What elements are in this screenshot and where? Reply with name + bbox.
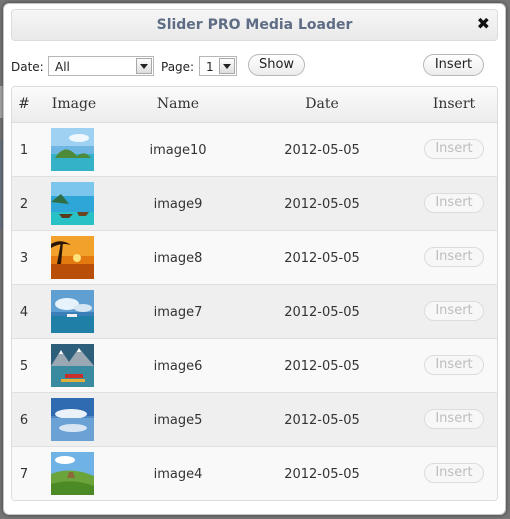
image-thumbnail[interactable] xyxy=(51,290,94,333)
column-header-date: Date xyxy=(305,96,339,112)
column-header-insert: Insert xyxy=(432,96,476,112)
insert-all-button[interactable]: Insert xyxy=(423,54,484,76)
table-row: 3 image8 2012-05-05 Insert xyxy=(12,231,497,285)
image-name: image10 xyxy=(149,143,207,158)
image-date: 2012-05-05 xyxy=(284,143,360,158)
image-thumbnail[interactable] xyxy=(51,398,94,441)
chevron-down-icon[interactable] xyxy=(219,58,235,74)
chevron-down-icon[interactable] xyxy=(136,58,152,74)
insert-button[interactable]: Insert xyxy=(424,301,484,321)
insert-button[interactable]: Insert xyxy=(424,355,484,375)
image-date: 2012-05-05 xyxy=(284,413,360,428)
media-table: # Image Name Date Insert 1 image10 2012-… xyxy=(11,86,498,501)
table-row: 4 image7 2012-05-05 Insert xyxy=(12,285,497,339)
table-header: # Image Name Date Insert xyxy=(12,87,497,123)
table-row: 1 image10 2012-05-05 Insert xyxy=(12,123,497,177)
row-number: 2 xyxy=(19,197,29,212)
table-row: 2 image9 2012-05-05 Insert xyxy=(12,177,497,231)
image-thumbnail[interactable] xyxy=(51,452,94,495)
media-loader-dialog: Slider PRO Media Loader ✖ Date: All Page… xyxy=(3,3,506,515)
dialog-title: Slider PRO Media Loader xyxy=(156,17,353,33)
close-icon[interactable]: ✖ xyxy=(477,15,490,33)
image-thumbnail[interactable] xyxy=(51,344,94,387)
image-name: image5 xyxy=(153,413,203,428)
insert-button[interactable]: Insert xyxy=(424,463,484,483)
insert-button[interactable]: Insert xyxy=(424,139,484,159)
dialog-titlebar: Slider PRO Media Loader ✖ xyxy=(11,9,498,41)
row-number: 6 xyxy=(19,413,29,428)
column-header-number: # xyxy=(18,96,30,112)
image-name: image9 xyxy=(153,197,203,212)
table-row: 6 image5 2012-05-05 Insert xyxy=(12,393,497,447)
insert-button[interactable]: Insert xyxy=(424,193,484,213)
page-select[interactable]: 1 xyxy=(199,56,237,76)
page-select-value: 1 xyxy=(206,60,214,74)
table-row: 7 image4 2012-05-05 Insert xyxy=(12,447,497,500)
row-number: 5 xyxy=(19,359,29,374)
image-date: 2012-05-05 xyxy=(284,359,360,374)
image-thumbnail[interactable] xyxy=(51,182,94,225)
insert-button[interactable]: Insert xyxy=(424,409,484,429)
image-date: 2012-05-05 xyxy=(284,251,360,266)
column-header-name: Name xyxy=(156,96,200,112)
image-thumbnail[interactable] xyxy=(51,236,94,279)
image-name: image8 xyxy=(153,251,203,266)
image-name: image7 xyxy=(153,305,203,320)
image-date: 2012-05-05 xyxy=(284,467,360,482)
show-button[interactable]: Show xyxy=(248,54,305,76)
date-select-value: All xyxy=(55,60,70,74)
date-label: Date: xyxy=(11,60,44,74)
filter-toolbar: Date: All Page: 1 Show Insert xyxy=(11,50,498,80)
row-number: 7 xyxy=(19,467,29,482)
row-number: 3 xyxy=(19,251,29,266)
image-date: 2012-05-05 xyxy=(284,197,360,212)
image-date: 2012-05-05 xyxy=(284,305,360,320)
page-label: Page: xyxy=(161,60,195,74)
row-number: 4 xyxy=(19,305,29,320)
image-thumbnail[interactable] xyxy=(51,128,94,171)
image-name: image4 xyxy=(153,467,203,482)
row-number: 1 xyxy=(19,143,29,158)
table-row: 5 image6 2012-05-05 Insert xyxy=(12,339,497,393)
image-name: image6 xyxy=(153,359,203,374)
date-select[interactable]: All xyxy=(48,56,154,76)
column-header-image: Image xyxy=(51,96,97,112)
insert-button[interactable]: Insert xyxy=(424,247,484,267)
